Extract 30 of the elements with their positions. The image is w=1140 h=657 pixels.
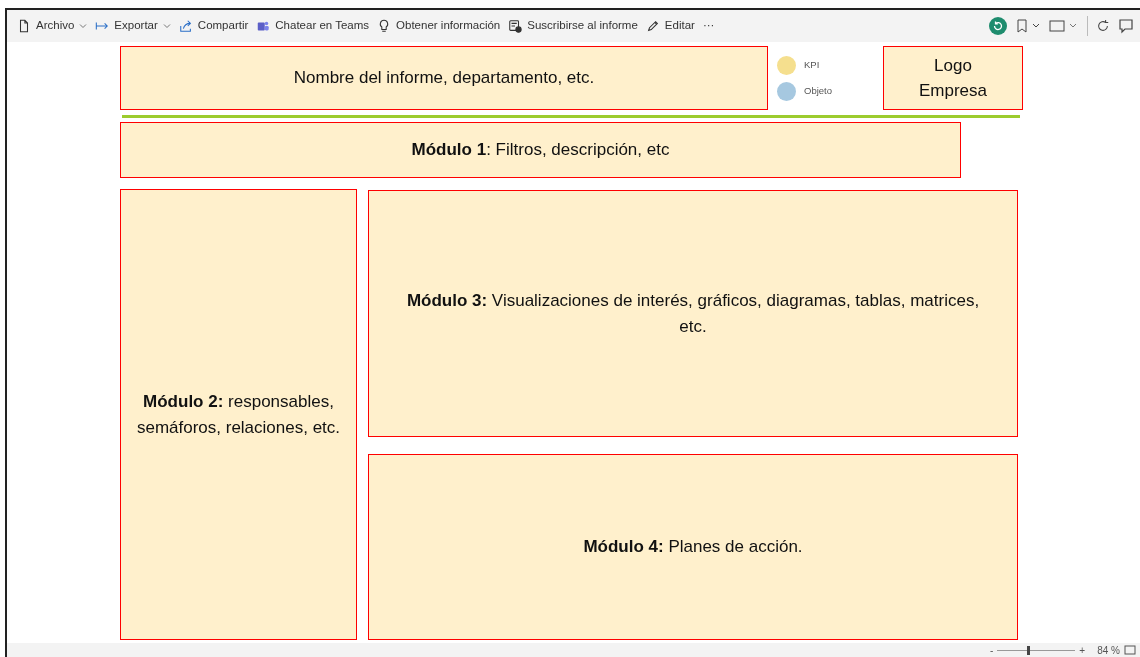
reset-icon[interactable]	[989, 17, 1007, 35]
file-icon	[17, 19, 31, 33]
module-box: Módulo 1: Filtros, descripción, etc	[120, 122, 961, 178]
legend-label: KPI	[804, 58, 820, 73]
toolbar-button[interactable]: Compartir	[174, 15, 253, 37]
toolbar-button[interactable]: Editar	[641, 15, 699, 37]
logo-box: Logo Empresa	[883, 46, 1023, 110]
toolbar-button[interactable]: Obtener información	[373, 15, 505, 37]
module-box: Módulo 2: responsables, semáforos, relaciones, etc.	[120, 189, 357, 640]
toolbar-button[interactable]: Exportar	[91, 15, 175, 37]
subscribe-icon	[508, 19, 523, 33]
zoom-level: 84 %	[1097, 643, 1120, 657]
zoom-in-button[interactable]: +	[1079, 642, 1086, 657]
teams-icon	[256, 19, 271, 33]
toolbar-button[interactable]: Chatear en Teams	[252, 15, 374, 37]
toolbar-button[interactable]: Archivo	[13, 15, 92, 37]
report-title-box: Nombre del informe, departamento, etc.	[120, 46, 768, 110]
zoom-out-button[interactable]: -	[990, 642, 994, 657]
refresh-icon[interactable]	[1096, 19, 1110, 33]
view-icon[interactable]	[1049, 18, 1079, 34]
toolbar-button[interactable]: Suscribirse al informe	[504, 15, 642, 37]
bookmark-icon[interactable]	[1015, 18, 1041, 34]
fit-page-icon[interactable]	[1124, 645, 1136, 655]
legend-label: Objeto	[804, 84, 832, 99]
module-box: Módulo 3: Visualizaciones de interés, gráficos, diagramas, tablas, matrices, etc.	[368, 190, 1018, 437]
comment-icon[interactable]	[1118, 18, 1134, 34]
more-button[interactable]: ···	[698, 15, 719, 37]
pencil-icon	[645, 19, 660, 33]
share-icon	[178, 19, 193, 33]
module-box: Módulo 4: Planes de acción.	[368, 454, 1018, 640]
